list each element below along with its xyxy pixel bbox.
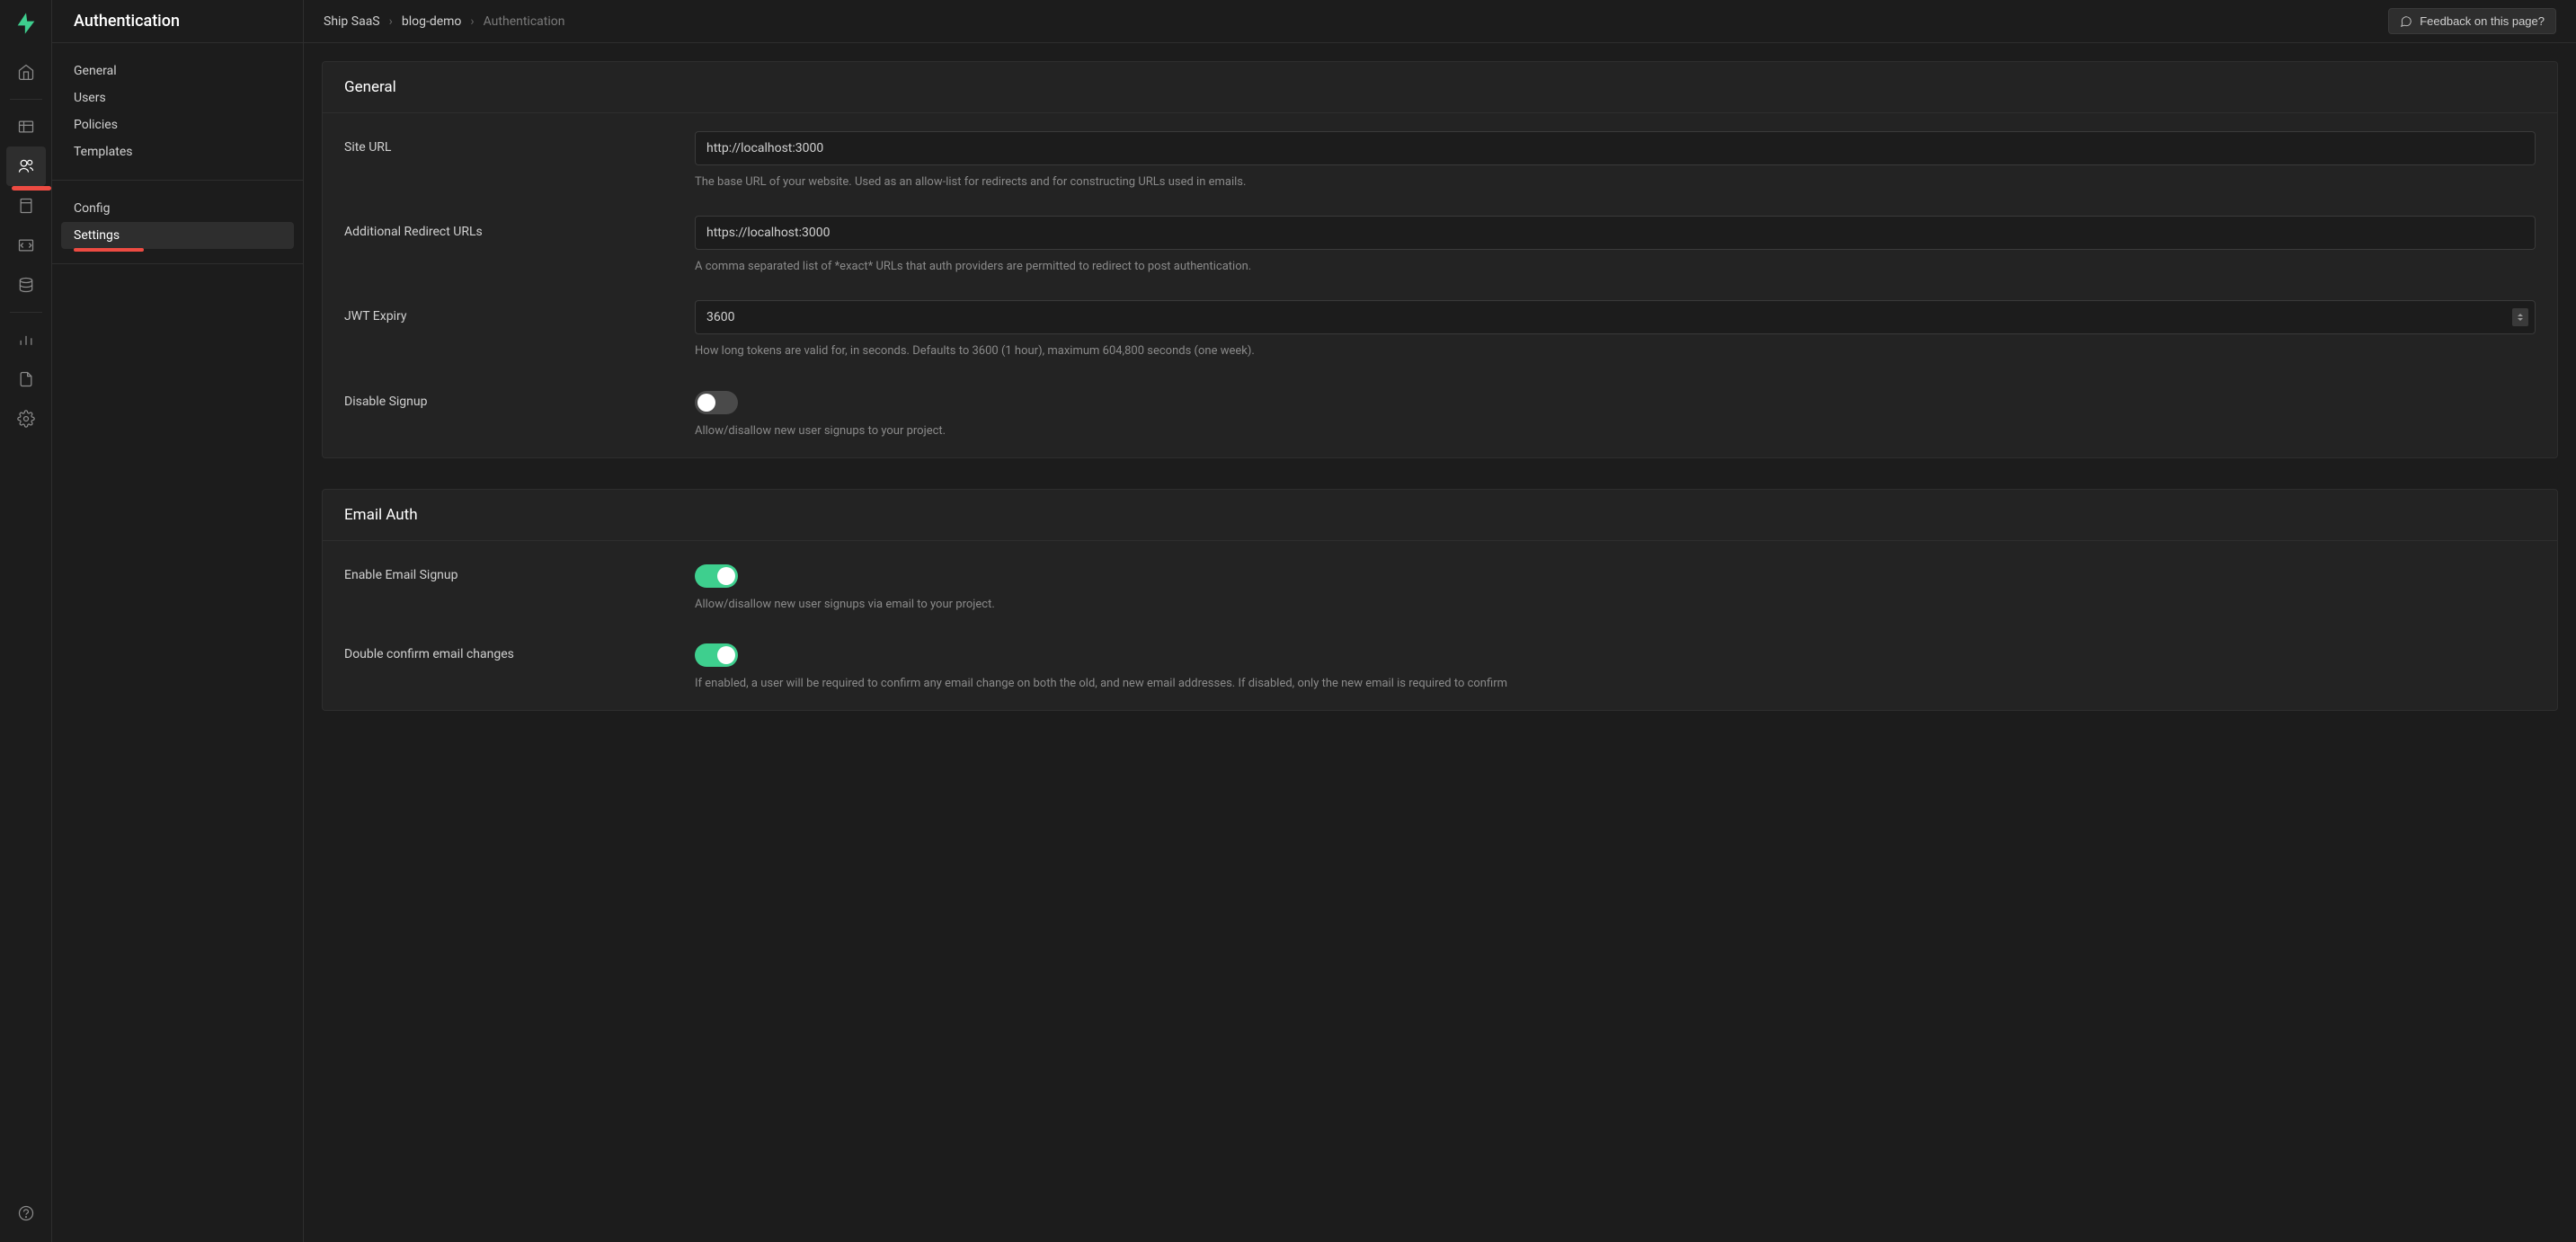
sub-nav-section-1: General Users Policies Templates xyxy=(52,43,303,181)
breadcrumb-org[interactable]: Ship SaaS xyxy=(324,14,380,29)
jwt-expiry-help: How long tokens are valid for, in second… xyxy=(695,343,2536,359)
breadcrumb-page: Authentication xyxy=(484,14,565,29)
double-confirm-label: Double confirm email changes xyxy=(344,638,695,692)
subnav-templates[interactable]: Templates xyxy=(61,138,294,165)
nav-help[interactable] xyxy=(6,1193,46,1233)
chevron-right-icon: › xyxy=(389,14,393,29)
nav-reports[interactable] xyxy=(6,320,46,359)
enable-email-signup-label: Enable Email Signup xyxy=(344,559,695,613)
general-card-title: General xyxy=(323,62,2557,113)
sub-sidebar: Authentication General Users Policies Te… xyxy=(52,0,304,1242)
email-auth-card-title: Email Auth xyxy=(323,490,2557,541)
number-stepper-icon[interactable] xyxy=(2512,308,2528,326)
sub-nav-section-2: Config Settings xyxy=(52,181,303,264)
icon-rail xyxy=(0,0,52,1242)
field-jwt-expiry: JWT Expiry How long tokens are valid for… xyxy=(323,288,2557,372)
chevron-right-icon: › xyxy=(470,14,474,29)
general-card: General Site URL The base URL of your we… xyxy=(322,61,2558,458)
content: General Site URL The base URL of your we… xyxy=(304,43,2576,1242)
disable-signup-help: Allow/disallow new user signups to your … xyxy=(695,423,2536,439)
field-enable-email-signup: Enable Email Signup Allow/disallow new u… xyxy=(323,546,2557,625)
double-confirm-toggle[interactable] xyxy=(695,643,738,667)
jwt-expiry-input[interactable] xyxy=(695,300,2536,334)
site-url-input[interactable] xyxy=(695,131,2536,165)
subnav-config[interactable]: Config xyxy=(61,195,294,222)
double-confirm-help: If enabled, a user will be required to c… xyxy=(695,676,2536,692)
divider xyxy=(10,99,42,100)
subnav-policies[interactable]: Policies xyxy=(61,111,294,138)
nav-home[interactable] xyxy=(6,52,46,92)
disable-signup-label: Disable Signup xyxy=(344,386,695,439)
annotation-highlight xyxy=(74,248,144,252)
redirect-urls-help: A comma separated list of *exact* URLs t… xyxy=(695,259,2536,275)
subnav-settings[interactable]: Settings xyxy=(61,222,294,249)
page-title: Authentication xyxy=(74,12,180,31)
field-site-url: Site URL The base URL of your website. U… xyxy=(323,119,2557,203)
subnav-users[interactable]: Users xyxy=(61,84,294,111)
enable-email-signup-help: Allow/disallow new user signups via emai… xyxy=(695,597,2536,613)
subnav-settings-label: Settings xyxy=(74,228,120,243)
disable-signup-toggle[interactable] xyxy=(695,391,738,414)
divider xyxy=(10,312,42,313)
redirect-urls-input[interactable] xyxy=(695,216,2536,250)
nav-auth[interactable] xyxy=(6,146,46,186)
email-auth-card: Email Auth Enable Email Signup Allow/dis… xyxy=(322,489,2558,711)
supabase-logo-icon xyxy=(13,11,39,36)
field-disable-signup: Disable Signup Allow/disallow new user s… xyxy=(323,373,2557,452)
redirect-urls-label: Additional Redirect URLs xyxy=(344,216,695,275)
sub-sidebar-header: Authentication xyxy=(52,0,303,43)
nav-storage[interactable] xyxy=(6,186,46,226)
site-url-label: Site URL xyxy=(344,131,695,191)
nav-docs[interactable] xyxy=(6,359,46,399)
field-double-confirm: Double confirm email changes If enabled,… xyxy=(323,625,2557,705)
field-redirect-urls: Additional Redirect URLs A comma separat… xyxy=(323,203,2557,288)
site-url-help: The base URL of your website. Used as an… xyxy=(695,174,2536,191)
feedback-label: Feedback on this page? xyxy=(2420,14,2545,28)
nav-settings[interactable] xyxy=(6,399,46,439)
topbar: Ship SaaS › blog-demo › Authentication F… xyxy=(304,0,2576,43)
nav-database[interactable] xyxy=(6,265,46,305)
breadcrumb-project[interactable]: blog-demo xyxy=(402,14,462,29)
jwt-expiry-label: JWT Expiry xyxy=(344,300,695,359)
chat-icon xyxy=(2400,15,2412,28)
nav-table[interactable] xyxy=(6,107,46,146)
feedback-button[interactable]: Feedback on this page? xyxy=(2388,8,2556,34)
nav-edge-functions[interactable] xyxy=(6,226,46,265)
subnav-general[interactable]: General xyxy=(61,58,294,84)
enable-email-signup-toggle[interactable] xyxy=(695,564,738,588)
main: Ship SaaS › blog-demo › Authentication F… xyxy=(304,0,2576,1242)
breadcrumbs: Ship SaaS › blog-demo › Authentication xyxy=(324,14,564,29)
